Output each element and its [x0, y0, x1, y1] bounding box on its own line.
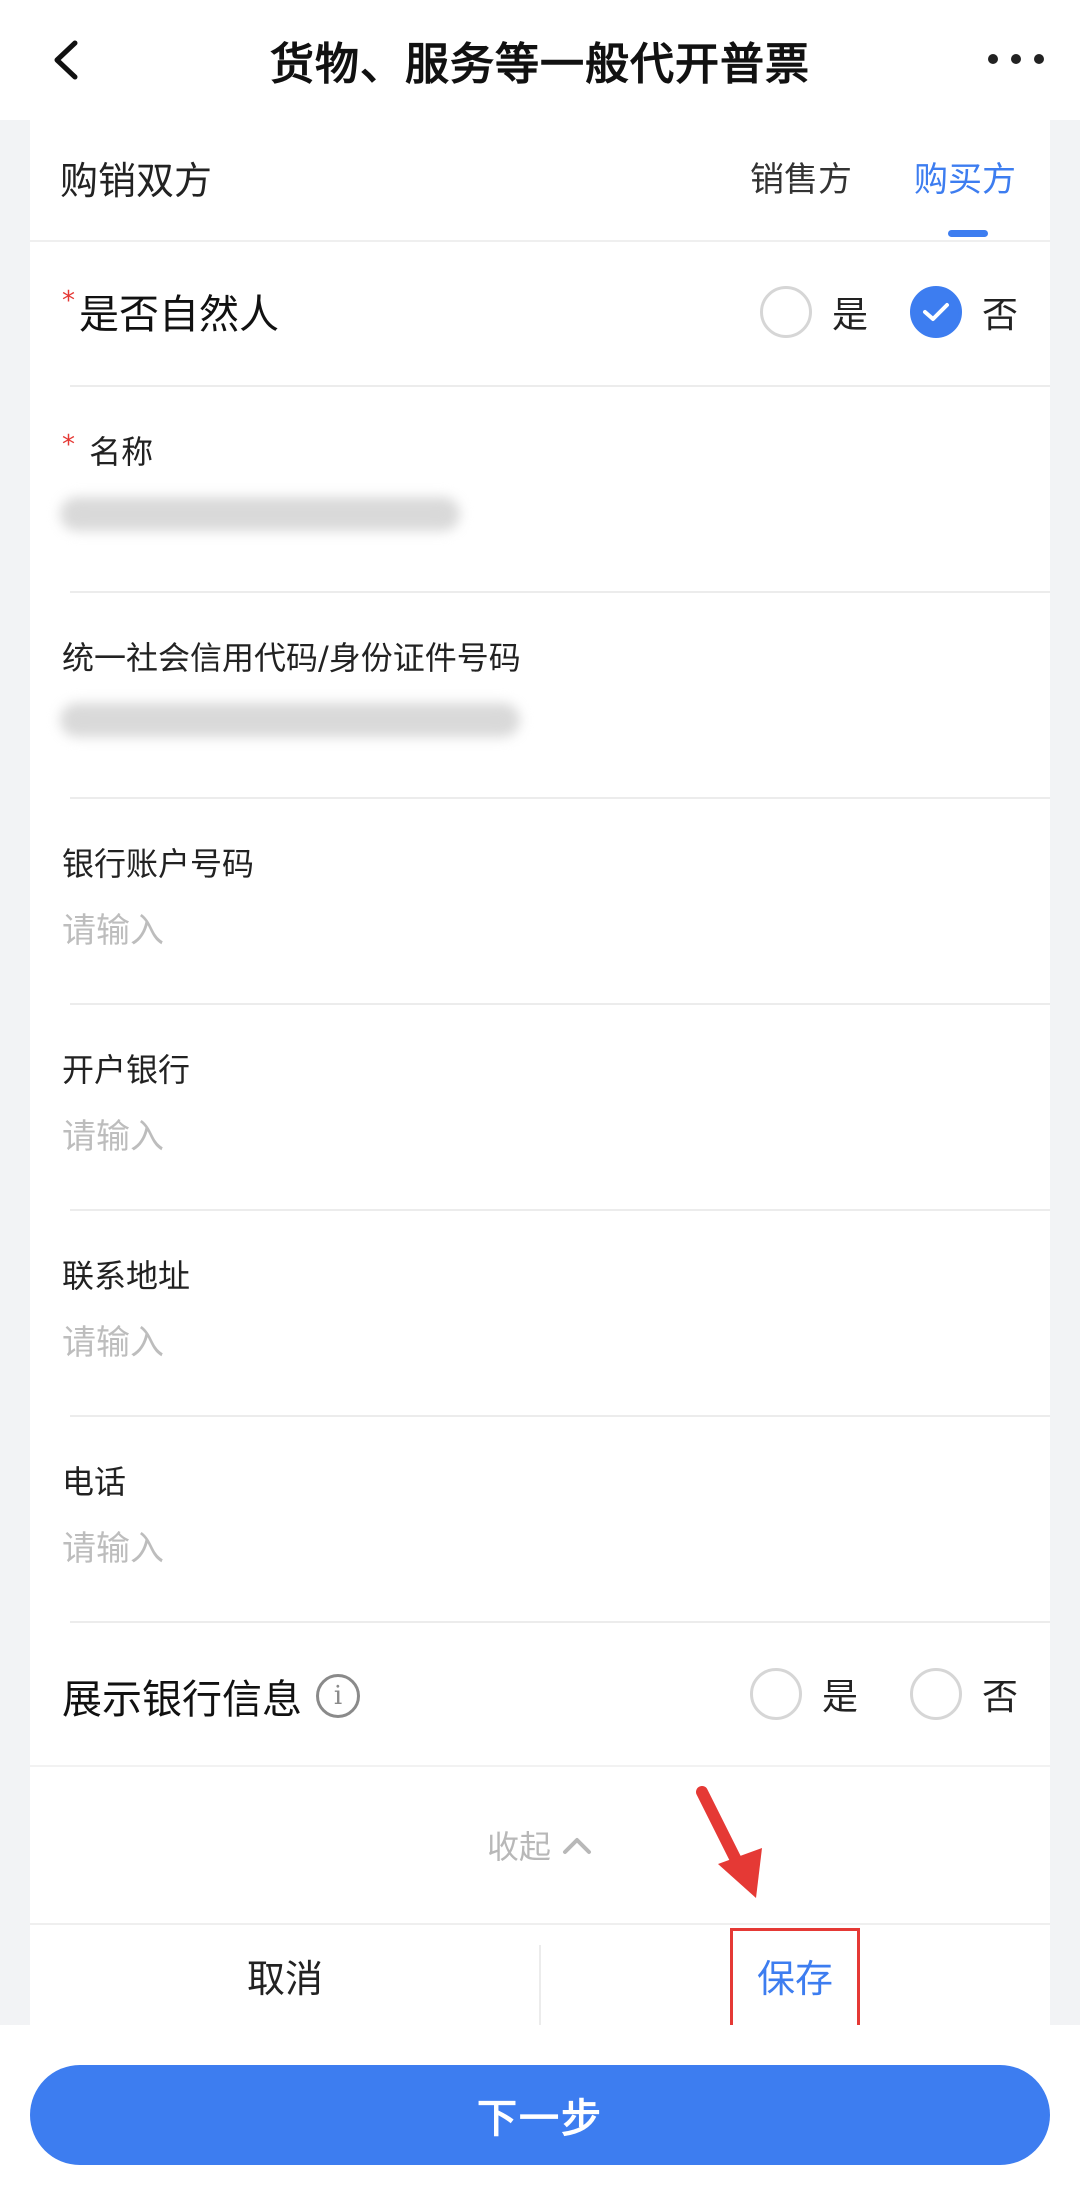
credit-code-field[interactable]: 统一社会信用代码/身份证件号码 — [30, 593, 1050, 799]
required-mark: * — [62, 430, 75, 460]
show-bank-no-radio[interactable] — [909, 1668, 962, 1720]
show-bank-info-options: 是 否 — [749, 1668, 1018, 1720]
page-title: 货物、服务等一般代开普票 — [270, 39, 810, 90]
credit-code-value-redacted — [60, 703, 520, 737]
bank-account-field[interactable]: 银行账户号码 请输入 — [30, 799, 1050, 1005]
info-icon[interactable]: i — [316, 1674, 360, 1718]
natural-person-row: * 是否自然人 是 否 — [30, 242, 1050, 387]
bank-account-label: 银行账户号码 — [62, 845, 255, 883]
bank-name-field[interactable]: 开户银行 请输入 — [30, 1005, 1050, 1211]
show-bank-info-row: 展示银行信息 i 是 否 — [30, 1623, 1050, 1765]
show-bank-no-label[interactable]: 否 — [982, 1668, 1018, 1720]
show-bank-yes-radio[interactable] — [749, 1668, 802, 1720]
cancel-button[interactable]: 取消 — [30, 1925, 540, 2025]
natural-person-no-label[interactable]: 否 — [982, 286, 1018, 338]
phone-input[interactable]: 请输入 — [62, 1521, 164, 1570]
more-button[interactable] — [988, 44, 1044, 74]
address-label: 联系地址 — [62, 1257, 191, 1295]
address-input[interactable]: 请输入 — [62, 1315, 164, 1364]
footer: 下一步 — [0, 2025, 1080, 2205]
tab-active-indicator — [948, 230, 988, 237]
bank-name-label: 开户银行 — [62, 1051, 191, 1089]
annotation-arrow-icon — [696, 1786, 762, 1898]
section-header: 购销双方 销售方 购买方 — [30, 120, 1050, 242]
name-label: * 名称 — [62, 430, 154, 471]
phone-label: 电话 — [62, 1463, 127, 1501]
checkmark-icon — [922, 303, 949, 321]
show-bank-info-label: 展示银行信息 i — [62, 1667, 360, 1725]
natural-person-label: * 是否自然人 — [62, 286, 279, 338]
natural-person-yes-radio[interactable] — [759, 286, 812, 338]
name-field[interactable]: * 名称 — [30, 387, 1050, 593]
natural-person-yes-label[interactable]: 是 — [832, 286, 868, 338]
action-bar: 取消 保存 — [30, 1925, 1050, 2025]
bank-name-input[interactable]: 请输入 — [62, 1109, 164, 1158]
chevron-left-icon — [54, 40, 78, 80]
phone-field[interactable]: 电话 请输入 — [30, 1417, 1050, 1623]
top-bar: 货物、服务等一般代开普票 — [0, 0, 1080, 120]
bank-account-input[interactable]: 请输入 — [62, 903, 164, 952]
tab-buyer[interactable]: 购买方 — [914, 152, 1016, 201]
next-step-button[interactable]: 下一步 — [30, 2065, 1050, 2165]
more-dots-icon — [988, 54, 998, 64]
form-card: 购销双方 销售方 购买方 * 是否自然人 是 否 * 名称 统一社会信用代码/身… — [30, 120, 1050, 2025]
name-value-redacted — [60, 497, 460, 531]
tab-seller[interactable]: 销售方 — [750, 152, 852, 201]
page: 货物、服务等一般代开普票 购销双方 销售方 购买方 * 是否自然人 是 否 * … — [0, 0, 1080, 2205]
chevron-up-icon — [563, 1838, 591, 1854]
back-button[interactable] — [40, 34, 92, 86]
required-mark: * — [62, 286, 75, 316]
section-title: 购销双方 — [60, 159, 213, 203]
natural-person-options: 是 否 — [759, 286, 1018, 338]
collapse-button[interactable]: 收起 — [30, 1765, 1050, 1925]
credit-code-label: 统一社会信用代码/身份证件号码 — [62, 639, 521, 677]
show-bank-yes-label[interactable]: 是 — [822, 1668, 858, 1720]
collapse-label: 收起 — [486, 1828, 551, 1866]
natural-person-no-radio[interactable] — [909, 286, 962, 338]
address-field[interactable]: 联系地址 请输入 — [30, 1211, 1050, 1417]
